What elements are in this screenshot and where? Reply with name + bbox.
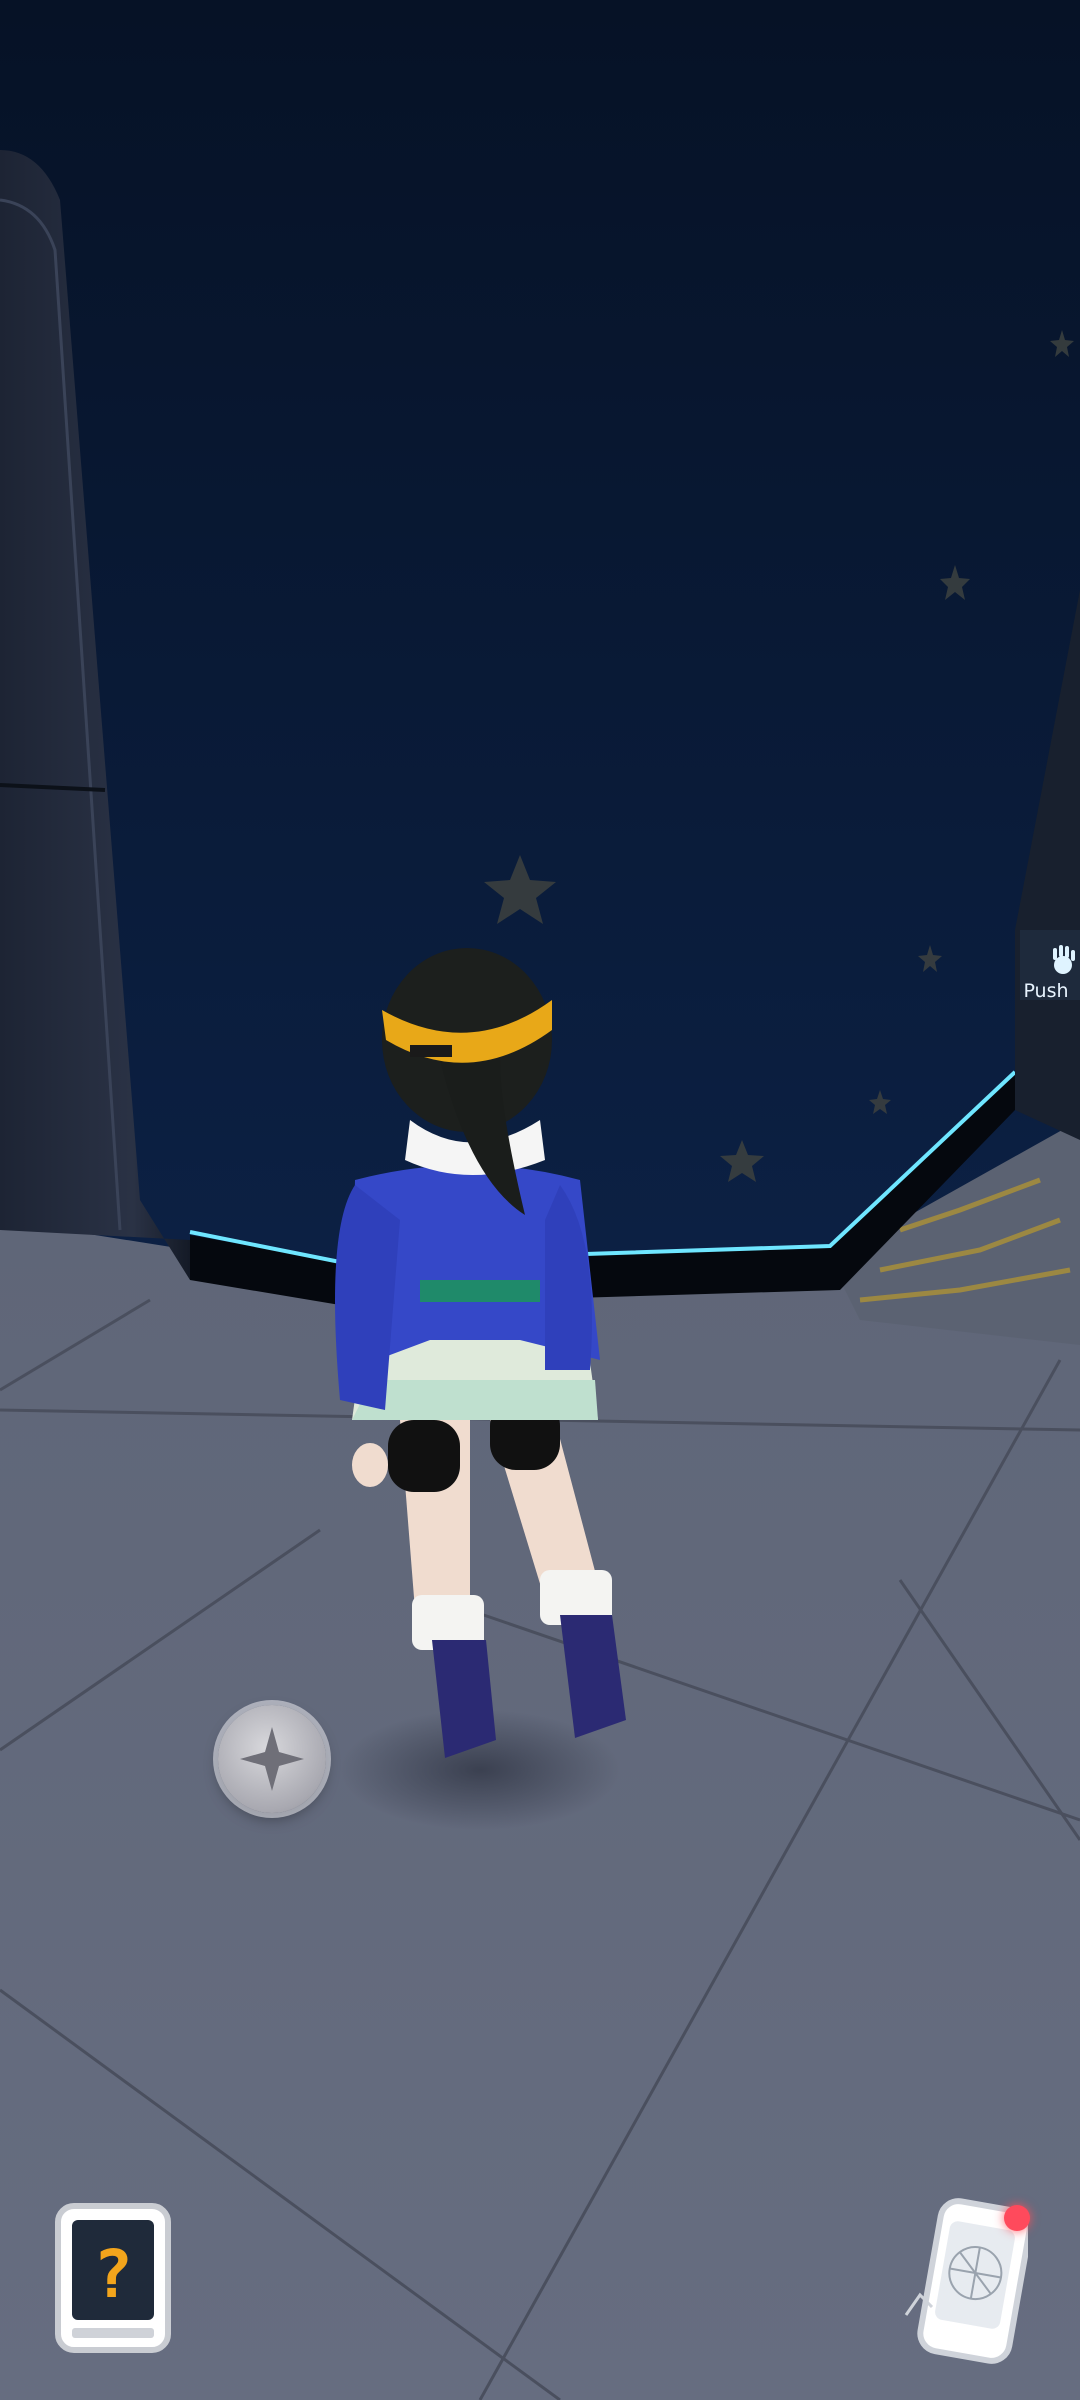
push-sign-label: Push	[1023, 980, 1069, 1002]
question-icon: ?	[55, 2203, 171, 2353]
hint-button[interactable]: ?	[52, 2200, 174, 2356]
notification-badge	[1004, 2205, 1030, 2231]
game-scene	[0, 0, 1080, 2400]
dpad-icon	[240, 1727, 304, 1791]
joystick-button[interactable]	[218, 1705, 326, 1813]
question-glyph: ?	[93, 2236, 133, 2313]
